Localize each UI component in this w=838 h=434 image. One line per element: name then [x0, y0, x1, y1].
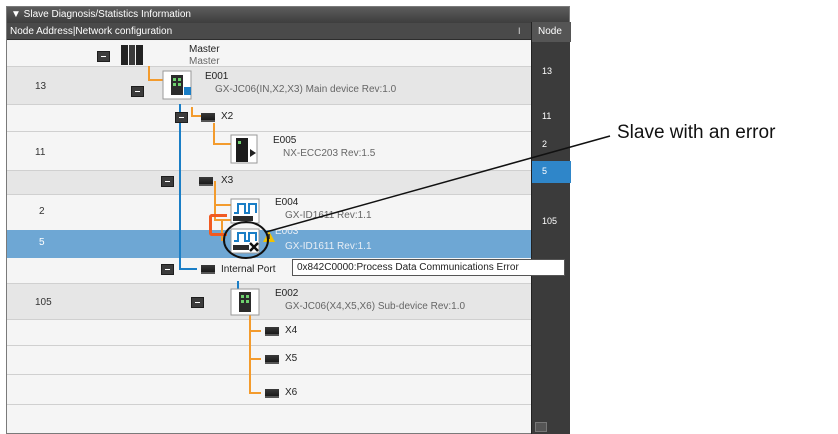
warning-icon — [263, 231, 275, 242]
io-slave-error-icon — [230, 228, 260, 254]
collapse-toggle[interactable] — [191, 297, 204, 308]
port-label: X3 — [221, 175, 234, 186]
port-label: X6 — [285, 387, 298, 398]
node-detail-panel: Node 13 11 2 5 105 — [531, 22, 571, 434]
row-e004[interactable] — [7, 194, 532, 230]
junction-slave-icon — [162, 70, 192, 100]
port-icon — [199, 177, 213, 186]
node-address: 5 — [39, 237, 45, 248]
error-tooltip: 0x842C0000:Process Data Communications E… — [292, 259, 565, 276]
collapse-toggle[interactable] — [161, 264, 174, 275]
junction-slave-icon — [230, 288, 260, 316]
row-x3[interactable] — [7, 170, 532, 194]
panel-title[interactable]: ▼ Slave Diagnosis/Statistics Information — [7, 7, 569, 23]
node-cell[interactable]: 13 — [532, 66, 571, 80]
coupler-slave-icon — [230, 134, 258, 164]
scrollbar-handle[interactable] — [535, 422, 547, 432]
node-cell[interactable]: 105 — [532, 216, 571, 230]
error-highlight-bracket — [209, 214, 227, 236]
node-address: 2 — [39, 206, 45, 217]
port-label: X5 — [285, 353, 298, 364]
device-name: E001 — [205, 71, 229, 82]
collapse-toggle[interactable] — [97, 51, 110, 62]
row-e005[interactable] — [7, 131, 532, 170]
device-name: E005 — [273, 135, 297, 146]
device-description: Master — [189, 56, 220, 67]
device-name: E004 — [275, 197, 299, 208]
collapse-toggle[interactable] — [131, 86, 144, 97]
row-x2[interactable] — [7, 104, 532, 131]
port-icon — [201, 265, 215, 274]
collapse-toggle[interactable] — [175, 112, 188, 123]
node-address: 105 — [35, 297, 52, 308]
node-column-header[interactable]: Node — [532, 22, 571, 42]
device-description: GX-ID1611 Rev:1.1 — [285, 210, 372, 221]
device-name: E003 — [275, 226, 299, 237]
node-address: 13 — [35, 81, 47, 92]
port-label: X4 — [285, 325, 298, 336]
device-description: GX-JC06(X4,X5,X6) Sub-device Rev:1.0 — [285, 301, 466, 312]
device-description: NX-ECC203 Rev:1.5 — [283, 148, 376, 159]
device-name: E002 — [275, 288, 299, 299]
port-label: X2 — [221, 111, 234, 122]
master-controller-icon — [121, 45, 143, 65]
node-cell[interactable]: 11 — [532, 111, 571, 125]
port-icon — [265, 327, 279, 336]
column-header-label: Node Address|Network configuration — [10, 26, 173, 37]
port-label: Internal Port — [221, 264, 276, 275]
column-resize-handle[interactable]: I — [518, 23, 521, 40]
node-cell[interactable]: 2 — [532, 139, 571, 153]
device-description: GX-ID1611 Rev:1.1 — [285, 241, 372, 252]
slave-diagnosis-panel: ▼ Slave Diagnosis/Statistics Information… — [6, 6, 570, 434]
node-cell-selected[interactable]: 5 — [532, 161, 571, 183]
device-name: Master — [189, 44, 220, 55]
column-header: Node Address|Network configuration I — [7, 23, 532, 40]
port-icon — [265, 389, 279, 398]
node-address: 11 — [35, 147, 46, 158]
row-empty — [7, 404, 532, 433]
port-icon — [265, 355, 279, 364]
collapse-toggle[interactable] — [161, 176, 174, 187]
callout-label: Slave with an error — [617, 122, 776, 143]
io-slave-icon — [230, 198, 260, 224]
port-icon — [201, 113, 215, 122]
row-master[interactable] — [7, 41, 532, 66]
device-description: GX-JC06(IN,X2,X3) Main device Rev:1.0 — [215, 84, 397, 95]
